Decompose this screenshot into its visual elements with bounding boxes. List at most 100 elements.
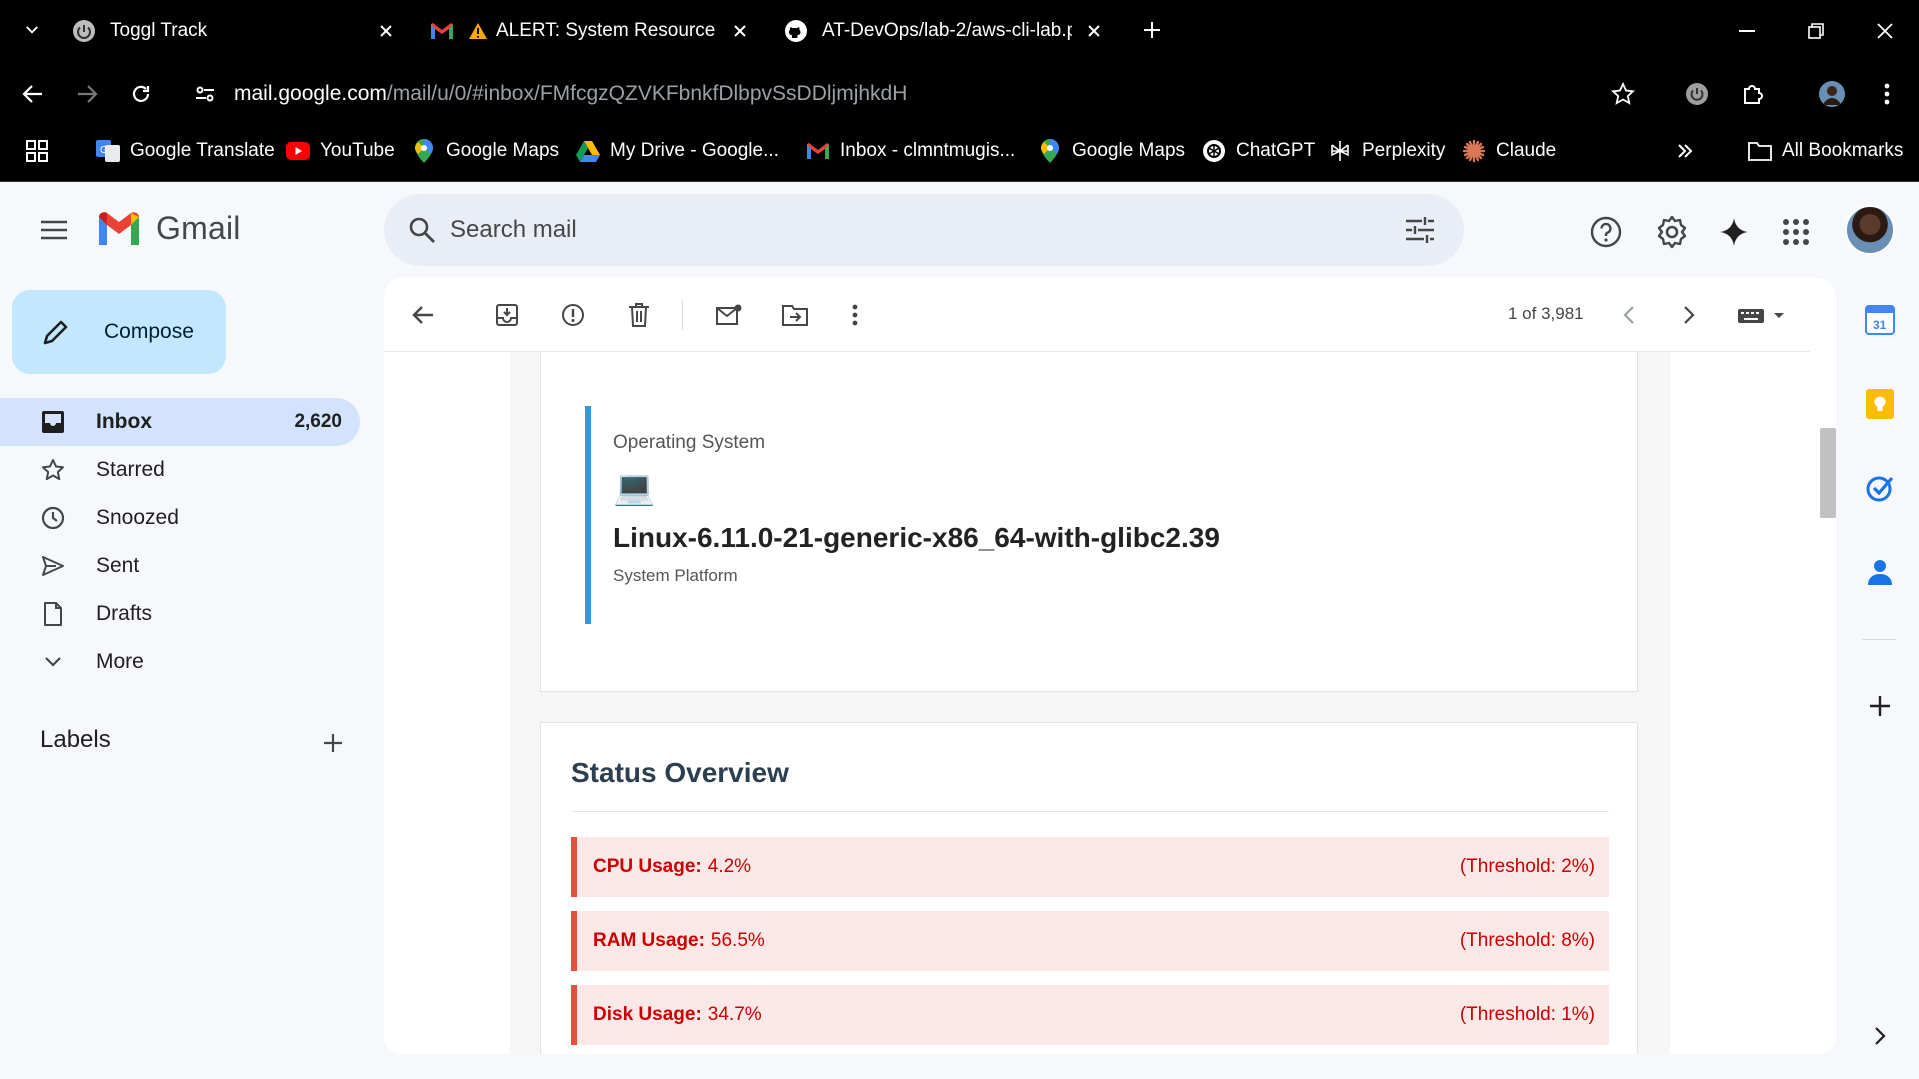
bookmark-youtube[interactable]: YouTube xyxy=(286,136,395,166)
bookmark-claude[interactable]: Claude xyxy=(1462,136,1556,166)
more-bookmarks-chevron-icon[interactable] xyxy=(1676,136,1694,166)
metric-name: Disk Usage: xyxy=(593,1004,702,1025)
site-settings-icon[interactable] xyxy=(188,77,222,111)
tab-search-chevron-icon[interactable] xyxy=(18,16,46,44)
bookmark-star-icon[interactable] xyxy=(1606,77,1640,111)
main-menu-icon[interactable] xyxy=(36,212,72,248)
compose-button[interactable]: Compose xyxy=(12,290,226,374)
sidebar-item-starred[interactable]: Starred xyxy=(0,446,360,494)
more-options-icon[interactable] xyxy=(838,298,872,332)
back-to-inbox-icon[interactable] xyxy=(406,298,440,332)
mark-unread-icon[interactable] xyxy=(712,298,746,332)
bookmark-label: Google Maps xyxy=(446,140,560,161)
system-info-card: Operating System 💻 Linux-6.11.0-21-gener… xyxy=(540,352,1638,692)
status-divider xyxy=(571,811,1609,812)
sidebar-item-drafts[interactable]: Drafts xyxy=(0,590,360,638)
google-tasks-icon[interactable] xyxy=(1862,470,1898,506)
close-tab-icon[interactable] xyxy=(728,19,752,43)
input-tools-keyboard-icon[interactable] xyxy=(1730,298,1794,332)
report-spam-icon[interactable] xyxy=(556,298,590,332)
sidebar-item-label: Inbox xyxy=(96,410,152,433)
restore-icon[interactable] xyxy=(1799,14,1833,48)
tab-toggl-track[interactable]: Toggl Track xyxy=(72,10,398,52)
bookmark-chatgpt[interactable]: ChatGPT xyxy=(1202,136,1315,166)
maps-pin-icon xyxy=(1038,139,1062,163)
extensions-puzzle-icon[interactable] xyxy=(1736,77,1770,111)
claude-icon xyxy=(1462,139,1486,163)
sidebar-item-label: Snoozed xyxy=(96,506,179,529)
gmail-logo[interactable]: Gmail xyxy=(96,210,241,247)
close-tab-icon[interactable] xyxy=(374,19,398,43)
gemini-sparkle-icon[interactable] xyxy=(1714,212,1754,252)
bookmark-perplexity[interactable]: Perplexity xyxy=(1328,136,1445,166)
scrollbar-thumb[interactable] xyxy=(1820,428,1836,518)
gmail-icon xyxy=(430,19,454,43)
metric-row-cpu: CPU Usage: 4.2% (Threshold: 2%) xyxy=(571,837,1609,897)
os-sublabel: System Platform xyxy=(613,566,738,585)
profile-avatar-icon[interactable] xyxy=(1815,77,1849,111)
folder-icon xyxy=(1748,139,1772,163)
toggl-extension-icon[interactable] xyxy=(1680,77,1714,111)
add-label-plus-icon[interactable] xyxy=(318,728,348,758)
warning-icon xyxy=(468,19,488,43)
bookmark-google-translate[interactable]: G Google Translate xyxy=(96,136,275,166)
bookmark-google-maps[interactable]: Google Maps xyxy=(412,136,559,166)
move-to-icon[interactable] xyxy=(778,298,812,332)
sidebar-item-inbox[interactable]: Inbox 2,620 xyxy=(0,398,360,446)
google-calendar-icon[interactable]: 31 xyxy=(1862,302,1898,338)
minimize-icon[interactable] xyxy=(1730,14,1764,48)
os-info-block: Operating System 💻 Linux-6.11.0-21-gener… xyxy=(585,406,1285,624)
toggl-icon xyxy=(72,19,96,43)
metric-threshold: (Threshold: 1%) xyxy=(1459,1004,1595,1025)
newer-chevron-left-icon[interactable] xyxy=(1612,298,1646,332)
status-overview-card: Status Overview CPU Usage: 4.2% (Thresho… xyxy=(540,722,1638,1054)
help-icon[interactable] xyxy=(1586,212,1626,252)
bookmark-google-maps-2[interactable]: Google Maps xyxy=(1038,136,1185,166)
draft-icon xyxy=(38,599,68,629)
bookmark-inbox[interactable]: Inbox - clmntmugis... xyxy=(806,136,1015,166)
get-addons-plus-icon[interactable] xyxy=(1862,688,1898,724)
message-toolbar: 1 of 3,981 xyxy=(384,278,1810,352)
all-bookmarks[interactable]: All Bookmarks xyxy=(1748,136,1903,166)
forward-arrow-icon[interactable] xyxy=(70,77,104,111)
tab-alert-email[interactable]: ALERT: System Resources Cr xyxy=(430,10,752,52)
new-tab-plus-icon[interactable] xyxy=(1138,16,1166,44)
google-contacts-icon[interactable] xyxy=(1862,554,1898,590)
tab-title: Toggl Track xyxy=(110,20,208,41)
chrome-menu-icon[interactable] xyxy=(1870,77,1904,111)
archive-icon[interactable] xyxy=(490,298,524,332)
account-avatar[interactable] xyxy=(1845,205,1895,255)
inbox-icon xyxy=(38,407,68,437)
search-input[interactable] xyxy=(450,210,1350,250)
apps-grid-icon[interactable] xyxy=(26,136,48,166)
pagination-count: 1 of 3,981 xyxy=(1508,304,1584,323)
bookmark-label: Perplexity xyxy=(1362,140,1446,161)
search-bar[interactable] xyxy=(384,194,1464,266)
address-bar[interactable]: mail.google.com/mail/u/0/#inbox/FMfcgzQZ… xyxy=(234,77,907,111)
tab-title: AT-DevOps/lab-2/aws-cli-lab.pr xyxy=(822,20,1072,41)
metric-value: 34.7% xyxy=(707,1004,762,1025)
close-tab-icon[interactable] xyxy=(1082,19,1106,43)
browser-toolbar: mail.google.com/mail/u/0/#inbox/FMfcgzQZ… xyxy=(0,62,1919,124)
sidebar-item-sent[interactable]: Sent xyxy=(0,542,360,590)
svg-text:G: G xyxy=(100,145,108,156)
google-keep-icon[interactable] xyxy=(1862,386,1898,422)
settings-gear-icon[interactable] xyxy=(1652,212,1692,252)
sidebar-item-more[interactable]: More xyxy=(0,638,360,686)
older-chevron-right-icon[interactable] xyxy=(1672,298,1706,332)
sidebar-item-label: Sent xyxy=(96,554,140,577)
bookmark-my-drive[interactable]: My Drive - Google... xyxy=(576,136,779,166)
browser-tab-strip: Toggl Track ALERT: System Resources Cr A… xyxy=(0,0,1919,62)
search-icon[interactable] xyxy=(404,212,440,248)
close-window-icon[interactable] xyxy=(1868,14,1902,48)
reload-icon[interactable] xyxy=(124,77,158,111)
delete-trash-icon[interactable] xyxy=(622,298,656,332)
search-filters-icon[interactable] xyxy=(1402,212,1438,248)
message-panel: 1 of 3,981 Operating System 💻 Linux-6.11… xyxy=(384,278,1836,1054)
google-apps-grid-icon[interactable] xyxy=(1776,212,1816,252)
sidebar-item-snoozed[interactable]: Snoozed xyxy=(0,494,360,542)
back-arrow-icon[interactable] xyxy=(16,77,50,111)
expand-side-panel-chevron-icon[interactable] xyxy=(1862,1018,1898,1054)
sidebar-item-label: More xyxy=(96,650,144,673)
tab-github[interactable]: AT-DevOps/lab-2/aws-cli-lab.pr xyxy=(784,10,1106,52)
